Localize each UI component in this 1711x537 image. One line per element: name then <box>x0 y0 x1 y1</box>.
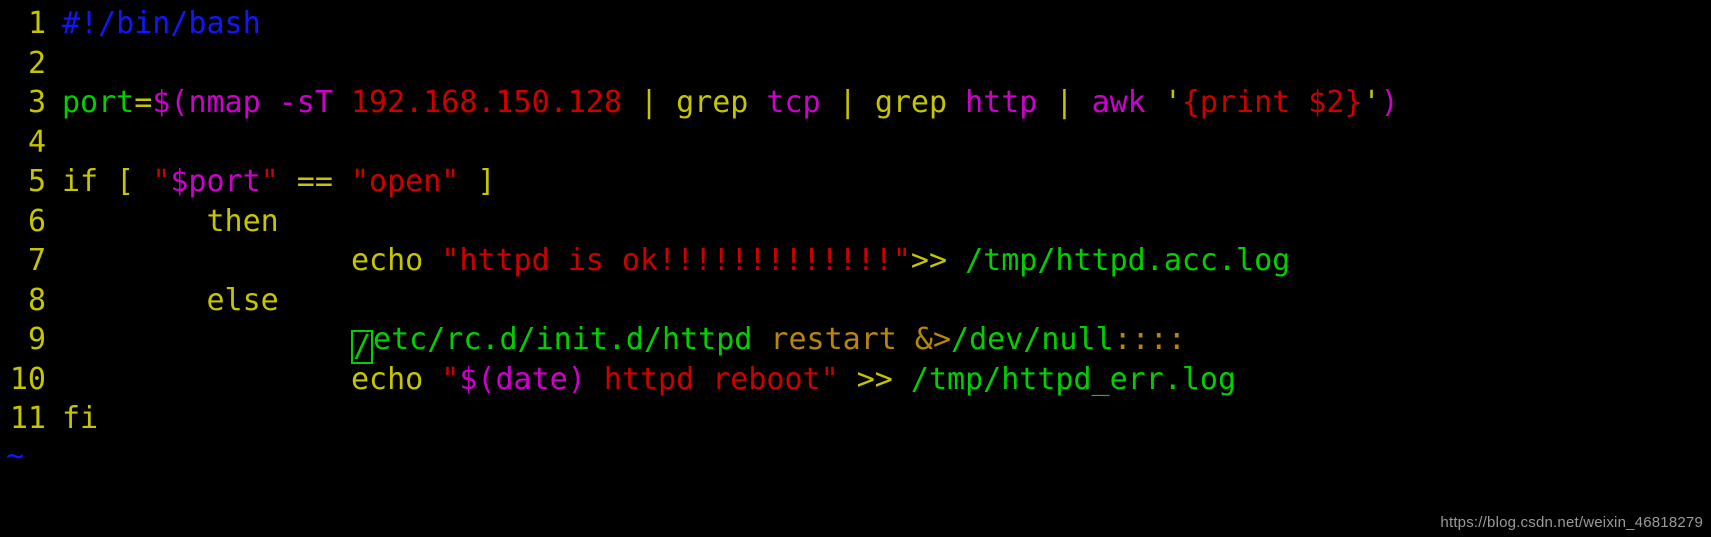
terminal-window: 1 #!/bin/bash 2 3 port=$(nmap -sT 192.16… <box>0 0 1711 537</box>
empty-line-marker: ~ <box>6 438 25 474</box>
line-number: 7 <box>27 243 46 278</box>
token-echo: echo <box>350 361 424 397</box>
code-line[interactable]: 1 #!/bin/bash <box>0 4 1711 44</box>
vim-buffer[interactable]: 1 #!/bin/bash 2 3 port=$(nmap -sT 192.16… <box>0 4 1711 475</box>
line-number: 8 <box>27 282 46 318</box>
token-quote-close: ' <box>1362 85 1381 120</box>
line-content[interactable]: #!/bin/bash <box>62 4 1711 44</box>
token-append-redirect: >> <box>838 361 911 397</box>
token-date-substitution: $(date) <box>459 361 586 397</box>
token-variable-port: port <box>62 85 135 120</box>
line-number: 11 <box>9 401 46 436</box>
line-number: 5 <box>27 164 46 199</box>
token-variable-port-ref: $port <box>170 164 261 199</box>
line-content[interactable]: then <box>62 202 1711 242</box>
code-line[interactable]: 8 else <box>0 281 1711 321</box>
token-append-redirect: >> <box>910 243 948 278</box>
line-number: 9 <box>27 322 46 357</box>
code-line[interactable]: 2 <box>0 44 1711 84</box>
line-content[interactable]: else <box>62 281 1711 321</box>
code-line[interactable]: 4 <box>0 123 1711 163</box>
line-number: 3 <box>27 85 46 120</box>
token-assign: = <box>134 85 153 120</box>
code-line[interactable]: 9 /etc/rc.d/init.d/httpd restart &>/dev/… <box>0 320 1711 364</box>
token-quote-open: " <box>441 361 460 397</box>
code-line[interactable]: 11 fi <box>0 399 1711 439</box>
token-redirect-all: &> <box>896 322 952 357</box>
token-comparison-operator: == <box>278 164 351 199</box>
token-pipe: | <box>621 85 677 120</box>
line-content[interactable]: if [ "$port" == "open" ] <box>62 162 1711 202</box>
code-line[interactable]: 10 echo "$(date) httpd reboot" >> /tmp/h… <box>0 360 1711 400</box>
token-bracket-open: [ <box>98 164 153 199</box>
code-line[interactable]: 6 then <box>0 202 1711 242</box>
token-dev-null: /dev/null <box>951 322 1114 357</box>
token-string-open: "open" <box>351 164 460 199</box>
token-bracket-close: ] <box>459 164 496 199</box>
watermark-url: https://blog.csdn.net/weixin_46818279 <box>1440 514 1703 531</box>
token-log-path: /tmp/httpd.acc.log <box>947 243 1291 278</box>
token-flag-sT: -sT <box>260 85 351 120</box>
token-restart-arg: restart <box>752 322 897 357</box>
token-then-keyword: then <box>206 203 279 239</box>
line-content[interactable]: /etc/rc.d/init.d/httpd restart &>/dev/nu… <box>62 320 1711 364</box>
line-number: 6 <box>27 203 46 239</box>
token-quote: " <box>260 164 279 199</box>
token-command-substitution-open: $( <box>152 85 189 120</box>
line-number: 2 <box>27 45 46 81</box>
token-string-httpd-reboot: httpd reboot" <box>585 361 839 397</box>
token-err-log-path: /tmp/httpd_err.log <box>910 361 1237 397</box>
token-tcp: tcp <box>748 85 821 120</box>
token-pipe: | <box>820 85 875 120</box>
line-number: 4 <box>27 124 46 160</box>
token-else-keyword: else <box>206 282 279 318</box>
token-grep: grep <box>874 85 948 120</box>
token-fi-keyword: fi <box>62 401 99 436</box>
token-ip-address: 192.168.150.128 <box>351 85 622 120</box>
token-pipe: | <box>1037 85 1092 120</box>
token-if-keyword: if <box>62 164 99 199</box>
token-quote-open: ' <box>1163 85 1182 120</box>
token-awk-program: {print $2} <box>1181 85 1363 120</box>
token-http: http <box>947 85 1038 120</box>
token-string-httpd-ok: "httpd is ok!!!!!!!!!!!!!" <box>441 243 911 278</box>
token-echo: echo <box>350 243 424 278</box>
line-number: 10 <box>9 361 46 397</box>
token-nmap: nmap <box>188 85 261 120</box>
line-content[interactable]: fi <box>62 399 1711 439</box>
code-line[interactable]: 5 if [ "$port" == "open" ] <box>0 162 1711 202</box>
token-quote: " <box>152 164 171 199</box>
token-init-script-path: etc/rc.d/init.d/httpd <box>373 322 753 357</box>
token-grep: grep <box>676 85 749 120</box>
token-awk: awk <box>1091 85 1146 120</box>
line-content[interactable]: echo "httpd is ok!!!!!!!!!!!!!">> /tmp/h… <box>62 241 1711 281</box>
code-line[interactable]: 3 port=$(nmap -sT 192.168.150.128 | grep… <box>0 83 1711 123</box>
line-content[interactable]: port=$(nmap -sT 192.168.150.128 | grep t… <box>62 83 1711 123</box>
token-shebang: #!/bin/bash <box>62 6 261 41</box>
token-trailing-colons: :::: <box>1113 322 1186 357</box>
token-command-substitution-close: ) <box>1380 85 1399 120</box>
line-number: 1 <box>27 6 46 41</box>
line-content[interactable]: echo "$(date) httpd reboot" >> /tmp/http… <box>62 360 1711 400</box>
code-line[interactable]: 7 echo "httpd is ok!!!!!!!!!!!!!">> /tmp… <box>0 241 1711 281</box>
